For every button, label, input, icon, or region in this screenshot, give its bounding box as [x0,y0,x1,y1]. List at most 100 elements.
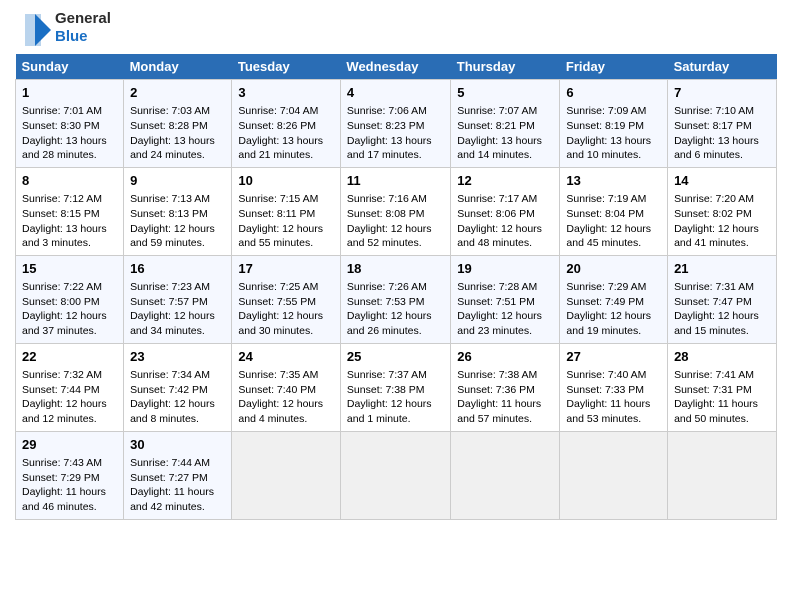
daylight: Daylight: 12 hours and 34 minutes. [130,310,215,337]
day-number: 6 [566,84,661,102]
sunrise: Sunrise: 7:25 AM [238,281,318,293]
day-number: 1 [22,84,117,102]
calendar-cell: 4Sunrise: 7:06 AMSunset: 8:23 PMDaylight… [340,80,450,168]
day-number: 4 [347,84,444,102]
sunset: Sunset: 7:36 PM [457,384,535,396]
day-number: 3 [238,84,334,102]
calendar-cell: 28Sunrise: 7:41 AMSunset: 7:31 PMDayligh… [668,343,777,431]
header: General Blue [15,10,777,46]
sunrise: Sunrise: 7:07 AM [457,105,537,117]
day-number: 7 [674,84,770,102]
sunrise: Sunrise: 7:37 AM [347,369,427,381]
sunset: Sunset: 7:53 PM [347,296,425,308]
day-number: 2 [130,84,225,102]
logo: General Blue [15,10,111,46]
daylight: Daylight: 11 hours and 46 minutes. [22,486,106,513]
day-number: 25 [347,348,444,366]
day-number: 24 [238,348,334,366]
calendar-cell: 15Sunrise: 7:22 AMSunset: 8:00 PMDayligh… [16,255,124,343]
sunset: Sunset: 8:21 PM [457,120,535,132]
day-number: 30 [130,436,225,454]
calendar-week-4: 22Sunrise: 7:32 AMSunset: 7:44 PMDayligh… [16,343,777,431]
daylight: Daylight: 12 hours and 41 minutes. [674,223,759,250]
daylight: Daylight: 12 hours and 26 minutes. [347,310,432,337]
sunset: Sunset: 7:57 PM [130,296,208,308]
calendar-cell: 6Sunrise: 7:09 AMSunset: 8:19 PMDaylight… [560,80,668,168]
daylight: Daylight: 12 hours and 15 minutes. [674,310,759,337]
daylight: Daylight: 13 hours and 6 minutes. [674,135,759,162]
daylight: Daylight: 12 hours and 55 minutes. [238,223,323,250]
calendar-cell: 22Sunrise: 7:32 AMSunset: 7:44 PMDayligh… [16,343,124,431]
sunrise: Sunrise: 7:32 AM [22,369,102,381]
calendar-cell: 24 Sunrise: 7:35 AM Sunset: 7:40 PM Dayligh… [232,343,341,431]
calendar-cell: 17Sunrise: 7:25 AMSunset: 7:55 PMDayligh… [232,255,341,343]
sunset: Sunset: 7:51 PM [457,296,535,308]
calendar-cell: 14Sunrise: 7:20 AMSunset: 8:02 PMDayligh… [668,167,777,255]
daylight: Daylight: 13 hours and 14 minutes. [457,135,542,162]
sunset: Sunset: 7:40 PM [238,384,316,396]
daylight: Daylight: 12 hours and 4 minutes. [238,398,323,425]
sunrise: Sunrise: 7:29 AM [566,281,646,293]
daylight: Daylight: 11 hours and 57 minutes. [457,398,541,425]
sunset: Sunset: 7:42 PM [130,384,208,396]
calendar-table: SundayMondayTuesdayWednesdayThursdayFrid… [15,54,777,520]
calendar-cell [451,431,560,519]
calendar-cell [232,431,341,519]
calendar-cell: 12Sunrise: 7:17 AMSunset: 8:06 PMDayligh… [451,167,560,255]
calendar-cell: 2 Sunrise: 7:03 AM Sunset: 8:28 PM Daylight… [124,80,232,168]
calendar-cell: 9Sunrise: 7:13 AMSunset: 8:13 PMDaylight… [124,167,232,255]
day-number: 21 [674,260,770,278]
day-number: 17 [238,260,334,278]
day-number: 19 [457,260,553,278]
sunrise: Sunrise: 7:12 AM [22,193,102,205]
calendar-cell: 29Sunrise: 7:43 AMSunset: 7:29 PMDayligh… [16,431,124,519]
day-number: 8 [22,172,117,190]
sunset: Sunset: 8:28 PM [130,120,208,132]
sunrise: Sunrise: 7:19 AM [566,193,646,205]
day-number: 10 [238,172,334,190]
calendar-cell: 26Sunrise: 7:38 AMSunset: 7:36 PMDayligh… [451,343,560,431]
daylight: Daylight: 12 hours and 19 minutes. [566,310,651,337]
sunset: Sunset: 8:15 PM [22,208,100,220]
calendar-cell: 19 Sunrise: 7:28 AM Sunset: 7:51 PM Dayligh… [451,255,560,343]
day-header-wednesday: Wednesday [340,54,450,80]
calendar-cell: 7Sunrise: 7:10 AMSunset: 8:17 PMDaylight… [668,80,777,168]
logo-icon [15,10,51,46]
day-number: 14 [674,172,770,190]
daylight: Daylight: 12 hours and 8 minutes. [130,398,215,425]
day-header-saturday: Saturday [668,54,777,80]
day-number: 9 [130,172,225,190]
daylight: Daylight: 12 hours and 23 minutes. [457,310,542,337]
daylight: Daylight: 13 hours and 17 minutes. [347,135,432,162]
calendar-week-2: 8 Sunrise: 7:12 AM Sunset: 8:15 PM Daylight… [16,167,777,255]
day-number: 23 [130,348,225,366]
daylight: Daylight: 12 hours and 37 minutes. [22,310,107,337]
sunset: Sunset: 7:47 PM [674,296,752,308]
sunrise: Sunrise: 7:15 AM [238,193,318,205]
calendar-header-row: SundayMondayTuesdayWednesdayThursdayFrid… [16,54,777,80]
sunset: Sunset: 7:49 PM [566,296,644,308]
sunrise: Sunrise: 7:20 AM [674,193,754,205]
daylight: Daylight: 13 hours and 3 minutes. [22,223,107,250]
calendar-cell: 16Sunrise: 7:23 AMSunset: 7:57 PMDayligh… [124,255,232,343]
sunrise: Sunrise: 7:34 AM [130,369,210,381]
sunset: Sunset: 8:06 PM [457,208,535,220]
calendar-cell [668,431,777,519]
sunrise: Sunrise: 7:28 AM [457,281,537,293]
daylight: Daylight: 12 hours and 12 minutes. [22,398,107,425]
calendar-cell: 27Sunrise: 7:40 AMSunset: 7:33 PMDayligh… [560,343,668,431]
sunrise: Sunrise: 7:22 AM [22,281,102,293]
sunset: Sunset: 8:19 PM [566,120,644,132]
sunset: Sunset: 7:38 PM [347,384,425,396]
daylight: Daylight: 12 hours and 30 minutes. [238,310,323,337]
calendar-cell: 5Sunrise: 7:07 AMSunset: 8:21 PMDaylight… [451,80,560,168]
sunset: Sunset: 7:33 PM [566,384,644,396]
day-number: 22 [22,348,117,366]
daylight: Daylight: 13 hours and 24 minutes. [130,135,215,162]
sunset: Sunset: 8:13 PM [130,208,208,220]
sunrise: Sunrise: 7:16 AM [347,193,427,205]
sunrise: Sunrise: 7:35 AM [238,369,318,381]
sunset: Sunset: 8:17 PM [674,120,752,132]
sunset: Sunset: 8:04 PM [566,208,644,220]
sunrise: Sunrise: 7:03 AM [130,105,210,117]
